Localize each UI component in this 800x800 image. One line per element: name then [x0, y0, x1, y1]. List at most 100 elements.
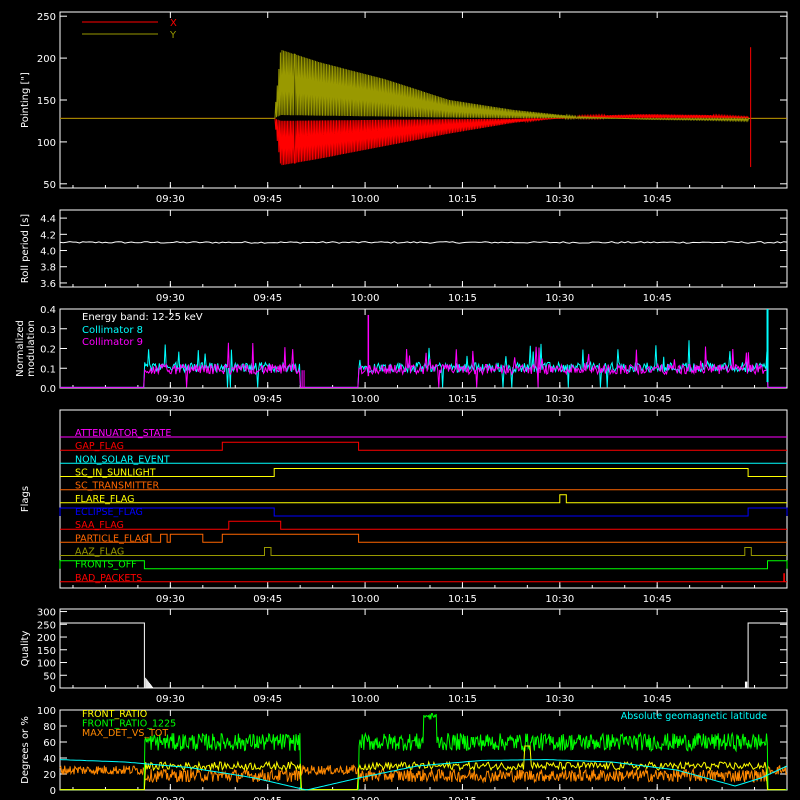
series-collimator-8: [60, 340, 787, 388]
flag-line-sc-in-sunlight: [60, 468, 787, 477]
y-axis-label: Roll period [s]: [20, 214, 31, 283]
x-tick-label: 10:30: [545, 194, 574, 205]
panel-frame: [59, 209, 788, 288]
y-tick-label: 200: [37, 54, 56, 65]
panel-pointing: 09:30 09:45 10:00 10:15 10:30 10:45 Pointing […: [20, 11, 788, 205]
x-tick-label: 09:45: [253, 293, 282, 304]
x-tick-label: 09:45: [253, 194, 282, 205]
y-tick-label: 150: [37, 646, 56, 657]
x-tick-label: 10:45: [643, 293, 672, 304]
x-tick-label: 09:45: [253, 394, 282, 405]
y-tick-label: 80: [43, 722, 56, 733]
x-tick-label: 10:15: [448, 796, 477, 800]
x-tick-label: 10:45: [643, 796, 672, 800]
flag-line-eclipse-flag: [59, 507, 788, 517]
y-tick-label: 40: [43, 754, 56, 765]
y-tick-label: 0.3: [40, 325, 56, 336]
y-tick-label: 100: [37, 659, 56, 670]
x-tick-label: 10:30: [545, 394, 574, 405]
series-x-pointing: [60, 113, 787, 166]
flag-line-particle-flag: [60, 533, 787, 543]
y-tick-label: 4.4: [40, 214, 56, 225]
flag-line-gap-flag: [60, 441, 787, 451]
legend-label: X: [170, 18, 177, 29]
x-tick-label: 10:30: [545, 293, 574, 304]
flag-line-fronts-off: [59, 560, 788, 570]
legend-label: Collimator 8: [82, 325, 143, 336]
flag-line-bad-packets: [60, 573, 787, 583]
x-tick-label: 09:45: [253, 694, 282, 705]
flag-line-aaz-flag: [60, 547, 787, 556]
y-tick-label: 50: [43, 180, 56, 191]
y-tick-label: 250: [37, 12, 56, 23]
x-tick-label: 09:30: [156, 394, 185, 405]
legend-label: Collimator 9: [82, 337, 143, 348]
x-tick-label: 10:30: [545, 594, 574, 605]
x-tick-label: 10:15: [448, 694, 477, 705]
x-tick-label: 09:45: [253, 594, 282, 605]
x-tick-label: 10:00: [351, 694, 380, 705]
y-tick-label: 20: [43, 770, 56, 781]
flag-label: FRONTS_OFF: [75, 560, 137, 571]
panel-front: 09:30 09:45 10:00 10:15 10:30 10:45 Degrees or…: [20, 706, 788, 800]
y-tick-label: 4.2: [40, 230, 56, 241]
y-tick-label: 0.2: [40, 345, 56, 356]
flag-label: ECLIPSE_FLAG: [75, 507, 143, 518]
ql-lightcurve-figure: 09:30 09:45 10:00 10:15 10:30 10:45 Pointing […: [15, 11, 788, 800]
y-tick-label: 100: [37, 138, 56, 149]
roll-period-line: [59, 241, 788, 244]
series-front-ratio: [60, 745, 786, 791]
x-tick-label: 09:30: [156, 194, 185, 205]
panel-quality: 09:30 09:45 10:00 10:15 10:30 10:45 Quality 0 50…: [20, 608, 788, 705]
x-tick-label: 10:15: [448, 194, 477, 205]
y-tick-label: 3.6: [40, 279, 56, 290]
y-tick-label: 3.8: [40, 263, 56, 274]
x-tick-label: 10:45: [643, 694, 672, 705]
y-tick-label: 100: [37, 706, 56, 717]
x-tick-label: 10:45: [643, 194, 672, 205]
y-axis-label: Flags: [20, 486, 31, 512]
panel-roll: 09:30 09:45 10:00 10:15 10:30 10:45 Roll perio…: [20, 209, 788, 304]
x-tick-label: 10:45: [643, 394, 672, 405]
y-tick-label: 0: [50, 684, 56, 695]
series-collimator-9: [60, 342, 787, 388]
x-tick-label: 10:30: [545, 694, 574, 705]
x-tick-label: 10:15: [448, 394, 477, 405]
x-tick-label: 09:30: [156, 293, 185, 304]
panel-flags: 09:30 09:45 10:00 10:15 10:30 10:45FlagsATTEN…: [20, 409, 788, 605]
x-tick-label: 09:30: [156, 594, 185, 605]
x-tick-label: 09:45: [253, 796, 282, 800]
x-tick-label: 09:30: [156, 796, 185, 800]
y-tick-label: 0.4: [40, 305, 56, 316]
x-tick-label: 10:15: [448, 293, 477, 304]
legend-label: Y: [169, 30, 177, 41]
y-tick-label: 0: [50, 786, 56, 797]
y-tick-label: 0.1: [40, 364, 56, 375]
y-tick-label: 200: [37, 633, 56, 644]
x-tick-label: 10:00: [351, 293, 380, 304]
x-tick-label: 10:30: [545, 796, 574, 800]
series-y-pointing: [60, 50, 787, 123]
quality-line: [60, 622, 787, 689]
y-tick-label: 300: [37, 608, 56, 619]
panel-frame: [59, 608, 788, 689]
x-tick-label: 09:30: [156, 694, 185, 705]
x-tick-label: 10:00: [351, 594, 380, 605]
y-tick-label: 0.0: [40, 384, 56, 395]
panel-modulation: 09:30 09:45 10:00 10:15 10:30 10:45 Normalized…: [15, 305, 788, 405]
y-axis-label: Degrees or %: [20, 716, 31, 784]
y-axis-label: Pointing ["]: [20, 72, 31, 128]
x-tick-label: 10:00: [351, 796, 380, 800]
y-axis-label: Normalized: [15, 320, 26, 377]
x-tick-label: 10:15: [448, 594, 477, 605]
flag-line-saa-flag: [60, 520, 787, 530]
x-tick-label: 10:00: [351, 394, 380, 405]
x-tick-label: 10:45: [643, 594, 672, 605]
y-tick-label: 150: [37, 96, 56, 107]
y-tick-label: 50: [43, 671, 56, 682]
legend-label: Absolute geomagnetic latitude: [621, 711, 767, 722]
y-axis-label: modulation: [26, 320, 37, 377]
y-tick-label: 60: [43, 738, 56, 749]
energy-band-annotation: Energy band: 12-25 keV: [82, 312, 203, 323]
flag-line-flare-flag: [60, 494, 787, 504]
